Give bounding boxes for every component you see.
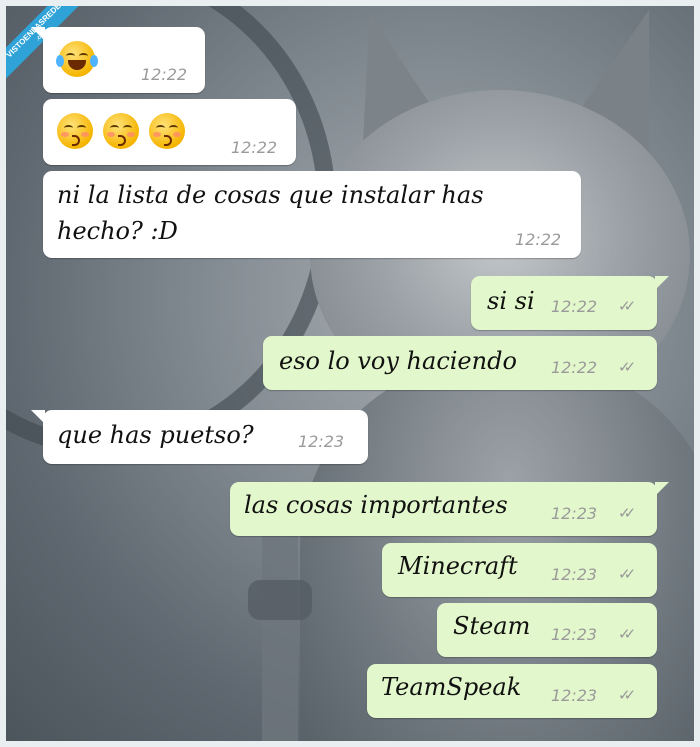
message-bubble-incoming[interactable]: 12:22 [31,27,205,93]
kissing-face-emoji-icon [149,113,185,149]
message-time: 12:23 [551,686,598,705]
message-bubble-outgoing[interactable]: eso lo voy haciendo 12:22 ✓✓ [263,336,657,390]
message-time: 12:23 [298,432,345,451]
message-bubble-incoming[interactable]: que has puetso? 12:23 [31,410,368,464]
message-time: 12:22 [551,358,598,377]
message-text: TeamSpeak [381,673,522,701]
message-time: 12:22 [515,230,562,249]
message-time: 12:23 [551,565,598,584]
double-check-icon: ✓✓ [618,686,636,704]
kissing-face-emoji-icon [103,113,139,149]
message-time: 12:23 [551,504,598,523]
message-text: que has puetso? [57,421,254,449]
message-bubble-outgoing[interactable]: TeamSpeak 12:23 ✓✓ [367,664,657,718]
message-time: 12:22 [231,138,278,157]
message-time: 12:22 [551,297,598,316]
double-check-icon: ✓✓ [618,565,636,583]
message-text: hecho? :D [57,217,178,245]
double-check-icon: ✓✓ [618,625,636,643]
message-text: eso lo voy haciendo [279,347,517,375]
message-bubble-incoming[interactable]: 12:22 [43,99,296,165]
message-bubble-outgoing[interactable]: Minecraft 12:23 ✓✓ [382,543,657,597]
double-check-icon: ✓✓ [618,297,636,315]
message-bubble-outgoing[interactable]: Steam 12:23 ✓✓ [437,603,657,657]
message-bubble-outgoing[interactable]: las cosas importantes 12:23 ✓✓ [230,482,669,536]
message-text: Minecraft [398,552,518,580]
message-text: si si [487,287,535,315]
message-time: 12:22 [141,65,188,84]
message-time: 12:23 [551,625,598,644]
background-shape [248,580,312,620]
double-check-icon: ✓✓ [618,504,636,522]
message-bubble-outgoing[interactable]: si si 12:22 ✓✓ [471,276,669,330]
message-bubble-incoming[interactable]: ni la lista de cosas que instalar has he… [43,171,581,258]
background-shape [262,520,298,747]
tears-of-joy-emoji-icon [56,41,98,77]
message-text: las cosas importantes [244,491,508,519]
message-text: Steam [453,612,531,640]
double-check-icon: ✓✓ [618,358,636,376]
kissing-face-emoji-icon [57,113,93,149]
message-text: ni la lista de cosas que instalar has [57,181,484,209]
